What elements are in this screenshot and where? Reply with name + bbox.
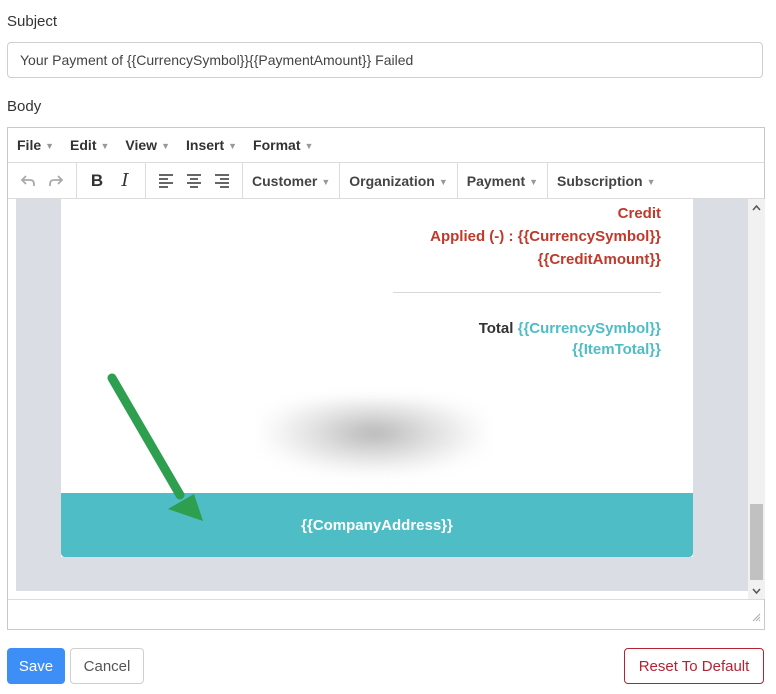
chevron-down-icon: ▼ (529, 176, 539, 187)
editor-menubar: File ▼ Edit ▼ View ▼ Insert ▼ Format ▼ (8, 128, 764, 163)
customer-dropdown[interactable]: Customer ▼ (249, 173, 333, 189)
editor-toolbar: B I Customer ▼ Organization ▼ Payment ▼ Sub… (8, 163, 764, 199)
subscription-dropdown-group: Subscription ▼ (548, 163, 664, 198)
italic-icon[interactable]: I (111, 167, 139, 195)
redo-icon[interactable] (42, 167, 70, 195)
undo-icon[interactable] (14, 167, 42, 195)
total-label: Total (478, 320, 514, 337)
history-group (8, 163, 77, 198)
alignment-group (146, 163, 243, 198)
subscription-dropdown[interactable]: Subscription ▼ (554, 173, 658, 189)
total-value: {{ItemTotal}} (572, 341, 661, 358)
editor-content-area[interactable]: Credit Applied (-) : {{CurrencySymbol}} … (16, 199, 748, 591)
scroll-down-icon[interactable] (748, 582, 765, 599)
menu-format[interactable]: Format ▼ (253, 137, 313, 153)
menu-edit[interactable]: Edit ▼ (70, 137, 109, 153)
total-row: Total {{CurrencySymbol}} (479, 320, 661, 337)
company-address: {{CompanyAddress}} (301, 516, 453, 534)
email-preview: Credit Applied (-) : {{CurrencySymbol}} … (61, 199, 693, 557)
customer-dropdown-group: Customer ▼ (243, 163, 341, 198)
body-label: Body (7, 98, 42, 115)
menu-insert[interactable]: Insert ▼ (186, 137, 237, 153)
bold-icon[interactable]: B (83, 167, 111, 195)
chevron-down-icon: ▼ (161, 141, 170, 151)
credit-label: Credit (617, 205, 661, 222)
credit-amount: {{CreditAmount}} (537, 251, 661, 268)
editor-statusbar (8, 599, 764, 630)
align-right-icon[interactable] (208, 167, 236, 195)
chevron-down-icon: ▼ (304, 141, 314, 151)
chevron-down-icon: ▼ (321, 176, 331, 187)
align-center-icon[interactable] (180, 167, 208, 195)
menu-view[interactable]: View ▼ (125, 137, 170, 153)
chevron-down-icon: ▼ (100, 141, 110, 151)
save-button[interactable]: Save (7, 648, 65, 684)
resize-handle-icon[interactable] (751, 609, 761, 627)
blurred-logo-image (261, 399, 487, 475)
chevron-down-icon: ▼ (646, 176, 656, 187)
footer-band: {{CompanyAddress}} (61, 493, 693, 557)
organization-dropdown-group: Organization ▼ (340, 163, 458, 198)
subject-input[interactable] (7, 42, 763, 78)
scroll-thumb[interactable] (750, 504, 763, 580)
chevron-down-icon: ▼ (228, 141, 238, 151)
organization-dropdown[interactable]: Organization ▼ (346, 173, 450, 189)
align-left-icon[interactable] (152, 167, 180, 195)
payment-dropdown-group: Payment ▼ (458, 163, 549, 198)
rich-text-editor: File ▼ Edit ▼ View ▼ Insert ▼ Format ▼ B I (7, 127, 765, 630)
credit-applied-label: Applied (-) : {{CurrencySymbol}} (430, 228, 661, 245)
reset-to-default-button[interactable]: Reset To Default (624, 648, 764, 684)
payment-dropdown[interactable]: Payment ▼ (464, 173, 541, 189)
cancel-button[interactable]: Cancel (70, 648, 144, 684)
total-currency-symbol: {{CurrencySymbol}} (517, 320, 661, 337)
chevron-down-icon: ▼ (45, 141, 55, 151)
chevron-down-icon: ▼ (438, 176, 448, 187)
summary-divider (393, 292, 661, 293)
menu-file[interactable]: File ▼ (17, 137, 54, 153)
formatting-group: B I (77, 163, 146, 198)
editor-scrollbar[interactable] (748, 199, 765, 599)
scroll-up-icon[interactable] (748, 199, 765, 216)
subject-label: Subject (7, 13, 58, 30)
